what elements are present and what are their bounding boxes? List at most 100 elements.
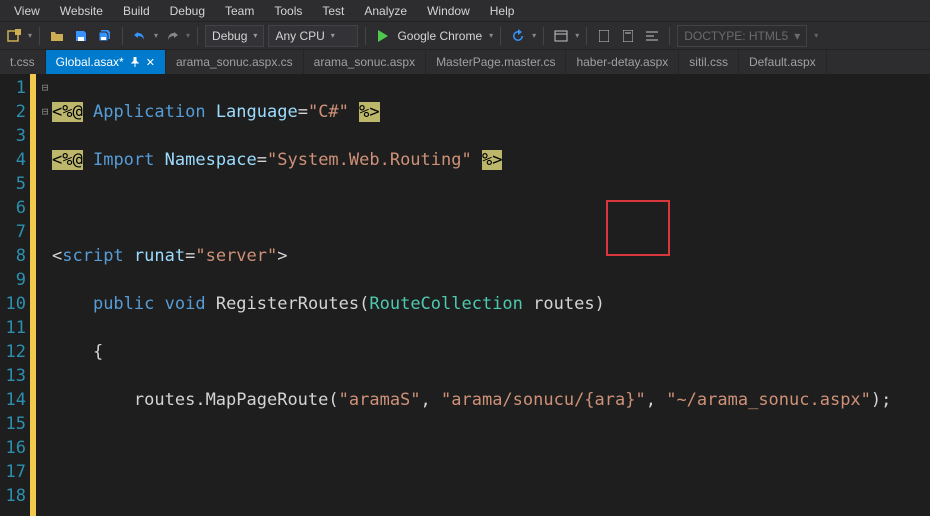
menu-view[interactable]: View bbox=[4, 2, 50, 20]
tag-name: script bbox=[62, 246, 123, 266]
toolbar-separator bbox=[122, 27, 123, 45]
string-literal: "aramaS" bbox=[339, 390, 421, 410]
menu-team[interactable]: Team bbox=[215, 2, 264, 20]
menu-analyze[interactable]: Analyze bbox=[354, 2, 417, 20]
change-marker bbox=[30, 74, 36, 516]
toolbar-separator bbox=[669, 27, 670, 45]
config-dropdown[interactable]: Debug ▾ bbox=[205, 25, 264, 47]
menu-tools[interactable]: Tools bbox=[264, 2, 312, 20]
menu-help[interactable]: Help bbox=[480, 2, 525, 20]
menu-window[interactable]: Window bbox=[417, 2, 480, 20]
toolbar-separator bbox=[365, 27, 366, 45]
browser-label[interactable]: Google Chrome bbox=[397, 29, 482, 43]
menu-bar: View Website Build Debug Team Tools Test… bbox=[0, 0, 930, 22]
attr-name: Language bbox=[216, 102, 298, 122]
attr-value: "System.Web.Routing" bbox=[267, 150, 472, 170]
tab-arama-sonuc-cs[interactable]: arama_sonuc.aspx.cs bbox=[166, 50, 304, 74]
tab-label: Global.asax* bbox=[56, 55, 124, 69]
attr-name: Namespace bbox=[165, 150, 257, 170]
doctype-dropdown[interactable]: DOCTYPE: HTML5 ▾ bbox=[677, 25, 807, 47]
param-name: routes bbox=[533, 294, 594, 314]
open-paren: ( bbox=[359, 294, 369, 314]
menu-debug[interactable]: Debug bbox=[160, 2, 215, 20]
space bbox=[124, 246, 134, 266]
type-name: RouteCollection bbox=[369, 294, 523, 314]
menu-website[interactable]: Website bbox=[50, 2, 113, 20]
equals-token: = bbox=[185, 246, 195, 266]
undo-icon[interactable] bbox=[130, 26, 150, 46]
tab-default-aspx[interactable]: Default.aspx bbox=[739, 50, 827, 74]
toolbar-separator bbox=[500, 27, 501, 45]
keyword: void bbox=[165, 294, 206, 314]
directive-open: <%@ bbox=[52, 102, 83, 122]
semicolon-token: ; bbox=[881, 390, 891, 410]
open-file-icon[interactable] bbox=[47, 26, 67, 46]
tab-tcss[interactable]: t.css bbox=[0, 50, 46, 74]
tab-label: Default.aspx bbox=[749, 55, 816, 69]
tab-label: MasterPage.master.cs bbox=[436, 55, 555, 69]
tab-sitil-css[interactable]: sitil.css bbox=[679, 50, 739, 74]
code-area[interactable]: <%@ Application Language="C#" %> <%@ Imp… bbox=[52, 74, 930, 516]
equals-token: = bbox=[257, 150, 267, 170]
tab-arama-sonuc-aspx[interactable]: arama_sonuc.aspx bbox=[304, 50, 426, 74]
open-paren: ( bbox=[328, 390, 338, 410]
close-paren: ) bbox=[595, 294, 605, 314]
keyword: public bbox=[93, 294, 154, 314]
fold-gutter: ⊟⊟ bbox=[38, 74, 52, 516]
format-icon[interactable] bbox=[642, 26, 662, 46]
toolbar-separator bbox=[586, 27, 587, 45]
attr-name: runat bbox=[134, 246, 185, 266]
tab-masterpage[interactable]: MasterPage.master.cs bbox=[426, 50, 566, 74]
new-project-icon[interactable] bbox=[4, 26, 24, 46]
tab-label: arama_sonuc.aspx bbox=[314, 55, 415, 69]
code-editor[interactable]: 123456789101112131415161718 ⊟⊟ <%@ Appli… bbox=[0, 74, 930, 516]
doctype-label: DOCTYPE: HTML5 bbox=[684, 29, 788, 43]
directive-open: <%@ bbox=[52, 150, 83, 170]
angle-bracket: < bbox=[52, 246, 62, 266]
angle-bracket: > bbox=[277, 246, 287, 266]
dot-token: . bbox=[195, 390, 205, 410]
directive-name: Import bbox=[93, 150, 154, 170]
save-icon[interactable] bbox=[71, 26, 91, 46]
chevron-down-icon: ▾ bbox=[253, 31, 257, 40]
string-literal: "arama/sonucu/{ara}" bbox=[441, 390, 646, 410]
toolbar-separator bbox=[39, 27, 40, 45]
close-icon[interactable]: ✕ bbox=[146, 56, 155, 69]
tab-haber-detay[interactable]: haber-detay.aspx bbox=[566, 50, 679, 74]
string-literal: "~/arama_sonuc.aspx" bbox=[666, 390, 871, 410]
directive-name: Application bbox=[93, 102, 206, 122]
config-label: Debug bbox=[212, 29, 247, 43]
method-name: MapPageRoute bbox=[206, 390, 329, 410]
browser-link-icon[interactable] bbox=[551, 26, 571, 46]
chevron-down-icon: ▾ bbox=[794, 29, 800, 43]
space bbox=[154, 294, 164, 314]
attr-value: "server" bbox=[195, 246, 277, 266]
tab-label: sitil.css bbox=[689, 55, 728, 69]
method-name: RegisterRoutes bbox=[216, 294, 359, 314]
refresh-icon[interactable] bbox=[508, 26, 528, 46]
attr-value: "C#" bbox=[308, 102, 349, 122]
platform-dropdown[interactable]: Any CPU ▾ bbox=[268, 25, 358, 47]
chevron-down-icon: ▾ bbox=[331, 31, 335, 40]
tab-label: t.css bbox=[10, 55, 35, 69]
pin-icon[interactable] bbox=[130, 57, 140, 67]
brace: { bbox=[93, 342, 103, 362]
toolbar-separator bbox=[197, 27, 198, 45]
platform-label: Any CPU bbox=[275, 29, 324, 43]
menu-test[interactable]: Test bbox=[312, 2, 354, 20]
tab-label: arama_sonuc.aspx.cs bbox=[176, 55, 293, 69]
doc-icon-2[interactable] bbox=[618, 26, 638, 46]
directive-close: %> bbox=[482, 150, 502, 170]
play-icon[interactable] bbox=[373, 26, 393, 46]
equals-token: = bbox=[298, 102, 308, 122]
tab-global-asax[interactable]: Global.asax* ✕ bbox=[46, 50, 166, 74]
save-all-icon[interactable] bbox=[95, 26, 115, 46]
comma-token: , bbox=[646, 390, 666, 410]
doc-icon[interactable] bbox=[594, 26, 614, 46]
menu-build[interactable]: Build bbox=[113, 2, 160, 20]
space bbox=[523, 294, 533, 314]
tab-label: haber-detay.aspx bbox=[576, 55, 668, 69]
directive-close: %> bbox=[359, 102, 379, 122]
tab-strip: t.css Global.asax* ✕ arama_sonuc.aspx.cs… bbox=[0, 50, 930, 74]
redo-icon[interactable] bbox=[162, 26, 182, 46]
